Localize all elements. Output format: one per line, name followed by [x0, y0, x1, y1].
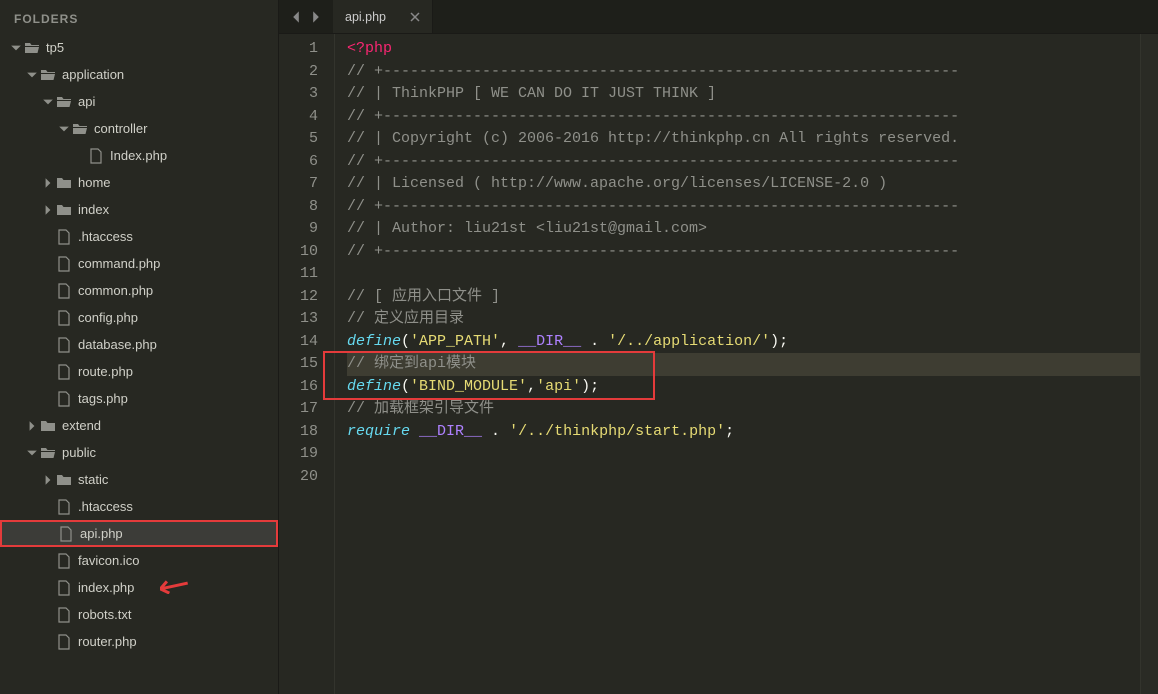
tree-item-label: api [78, 94, 95, 109]
nav-back-icon[interactable] [289, 10, 303, 24]
folder-item[interactable]: index [0, 196, 278, 223]
file-item[interactable]: route.php [0, 358, 278, 385]
file-item[interactable]: database.php [0, 331, 278, 358]
code-line[interactable]: // +------------------------------------… [347, 196, 1140, 219]
tree-item-label: controller [94, 121, 147, 136]
file-item[interactable]: .htaccess [0, 223, 278, 250]
tree-item-label: common.php [78, 283, 153, 298]
tree-item-label: application [62, 67, 124, 82]
tree-item-label: .htaccess [78, 229, 133, 244]
file-item[interactable]: .htaccess [0, 493, 278, 520]
code-line[interactable]: // +------------------------------------… [347, 106, 1140, 129]
code-line[interactable]: // +------------------------------------… [347, 61, 1140, 84]
tree-item-label: public [62, 445, 96, 460]
tree-item-label: api.php [80, 526, 123, 541]
code-line[interactable]: // | ThinkPHP [ WE CAN DO IT JUST THINK … [347, 83, 1140, 106]
file-item[interactable]: tags.php [0, 385, 278, 412]
code-line[interactable] [347, 466, 1140, 489]
file-item[interactable]: Index.php [0, 142, 278, 169]
code-line[interactable] [347, 263, 1140, 286]
sidebar: FOLDERS tp5 application api controller Index… [0, 0, 279, 694]
tab-title: api.php [345, 10, 386, 24]
code-line[interactable]: // [ 应用入口文件 ] [347, 286, 1140, 309]
tree-item-label: tags.php [78, 391, 128, 406]
close-icon[interactable] [410, 12, 420, 22]
tree-item-label: index [78, 202, 109, 217]
tab-api-php[interactable]: api.php [333, 0, 433, 33]
tree-item-label: route.php [78, 364, 133, 379]
file-item[interactable]: api.php [0, 520, 278, 547]
tree-item-label: home [78, 175, 111, 190]
file-item[interactable]: command.php [0, 250, 278, 277]
code-area[interactable]: 1234567891011121314151617181920 <?php// … [279, 34, 1158, 694]
file-item[interactable]: common.php [0, 277, 278, 304]
file-item[interactable]: index.php [0, 574, 278, 601]
tree-item-label: robots.txt [78, 607, 131, 622]
line-number-gutter: 1234567891011121314151617181920 [279, 34, 335, 694]
editor-pane: api.php 1234567891011121314151617181920 … [279, 0, 1158, 694]
nav-forward-icon[interactable] [309, 10, 323, 24]
nav-buttons [279, 0, 333, 33]
tab-bar: api.php [279, 0, 1158, 34]
folder-tree: tp5 application api controller Index.php home… [0, 34, 278, 694]
tree-item-label: .htaccess [78, 499, 133, 514]
code-line[interactable]: // | Author: liu21st <liu21st@gmail.com> [347, 218, 1140, 241]
code-line[interactable]: // 绑定到api模块 [347, 353, 1140, 376]
folder-item[interactable]: controller [0, 115, 278, 142]
sidebar-header: FOLDERS [0, 0, 278, 34]
folder-item[interactable]: tp5 [0, 34, 278, 61]
tree-item-label: static [78, 472, 108, 487]
folder-item[interactable]: api [0, 88, 278, 115]
code-line[interactable]: // 定义应用目录 [347, 308, 1140, 331]
tree-item-label: Index.php [110, 148, 167, 163]
tree-item-label: database.php [78, 337, 157, 352]
folder-item[interactable]: static [0, 466, 278, 493]
tree-item-label: command.php [78, 256, 160, 271]
tree-item-label: index.php [78, 580, 134, 595]
file-item[interactable]: favicon.ico [0, 547, 278, 574]
folder-item[interactable]: extend [0, 412, 278, 439]
folder-item[interactable]: public [0, 439, 278, 466]
code-line[interactable]: // | Copyright (c) 2006-2016 http://thin… [347, 128, 1140, 151]
tree-item-label: config.php [78, 310, 138, 325]
code-line[interactable]: // +------------------------------------… [347, 151, 1140, 174]
annotation-arrow-icon [160, 574, 188, 600]
code-line[interactable]: <?php [347, 38, 1140, 61]
minimap[interactable] [1140, 34, 1158, 694]
code-line[interactable] [347, 443, 1140, 466]
file-item[interactable]: robots.txt [0, 601, 278, 628]
code-line[interactable]: // 加载框架引导文件 [347, 398, 1140, 421]
folder-item[interactable]: application [0, 61, 278, 88]
code-line[interactable]: define('BIND_MODULE','api'); [347, 376, 1140, 399]
code-line[interactable]: // +------------------------------------… [347, 241, 1140, 264]
file-item[interactable]: router.php [0, 628, 278, 655]
folder-item[interactable]: home [0, 169, 278, 196]
tree-item-label: router.php [78, 634, 137, 649]
file-item[interactable]: config.php [0, 304, 278, 331]
tree-item-label: favicon.ico [78, 553, 139, 568]
tree-item-label: extend [62, 418, 101, 433]
code-line[interactable]: // | Licensed ( http://www.apache.org/li… [347, 173, 1140, 196]
code-line[interactable]: define('APP_PATH', __DIR__ . '/../applic… [347, 331, 1140, 354]
tree-item-label: tp5 [46, 40, 64, 55]
code-content[interactable]: <?php// +-------------------------------… [335, 34, 1140, 694]
code-line[interactable]: require __DIR__ . '/../thinkphp/start.ph… [347, 421, 1140, 444]
